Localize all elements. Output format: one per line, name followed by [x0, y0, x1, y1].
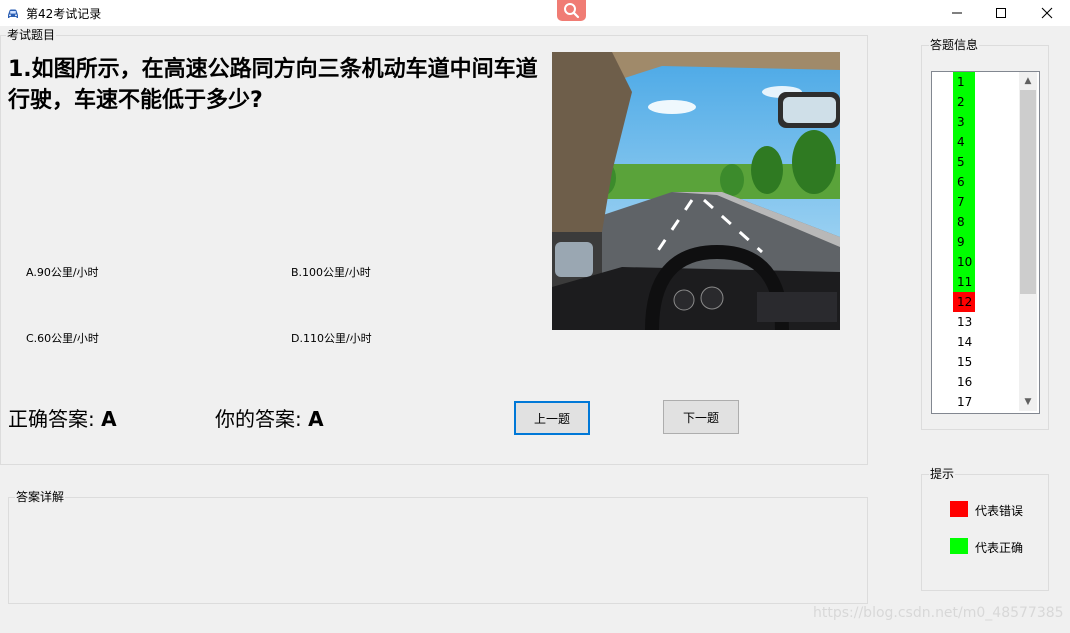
watermark: https://blog.csdn.net/m0_48577385	[813, 605, 1064, 621]
car-icon	[6, 6, 20, 20]
option-a[interactable]: A.90公里/小时	[26, 264, 99, 280]
answer-list-item[interactable]: 16	[953, 372, 975, 392]
answer-list-item[interactable]: 2	[953, 92, 975, 112]
hint-group-label: 提示	[929, 467, 956, 481]
answer-list-item[interactable]: 4	[953, 132, 975, 152]
answer-list-item[interactable]: 11	[953, 272, 975, 292]
correct-answer: 正确答案: A	[8, 403, 117, 432]
your-answer-value: A	[308, 407, 324, 431]
answer-info-label: 答题信息	[929, 38, 980, 52]
answer-list-item[interactable]: 1	[953, 72, 975, 92]
scroll-down-icon[interactable]: ▼	[1019, 394, 1037, 410]
next-question-button[interactable]: 下一题	[663, 400, 739, 434]
answer-list-item[interactable]: 5	[953, 152, 975, 172]
right-color-swatch	[950, 538, 968, 554]
answer-list-item[interactable]: 9	[953, 232, 975, 252]
search-button[interactable]	[557, 0, 586, 21]
wrong-legend-text: 代表错误	[975, 504, 1024, 518]
explanation-group	[8, 497, 868, 604]
answer-list-item[interactable]: 3	[953, 112, 975, 132]
your-answer-label: 你的答案:	[215, 407, 302, 431]
answer-list-item[interactable]: 12	[953, 292, 975, 312]
exam-group-label: 考试题目	[6, 28, 57, 42]
question-text: 1.如图所示，在高速公路同方向三条机动车道中间车道行驶，车速不能低于多少?	[8, 57, 538, 113]
wrong-color-swatch	[950, 501, 968, 517]
answer-list-item[interactable]: 10	[953, 252, 975, 272]
title-bar: 第42考试记录	[0, 0, 1070, 26]
explanation-group-label: 答案详解	[15, 490, 66, 504]
window-title: 第42考试记录	[26, 7, 102, 21]
close-button[interactable]	[1024, 0, 1070, 26]
prev-question-button[interactable]: 上一题	[514, 401, 590, 435]
correct-answer-value: A	[101, 407, 117, 431]
minimize-button[interactable]	[934, 0, 980, 26]
scrollbar-thumb[interactable]	[1020, 90, 1036, 294]
answer-list-item[interactable]: 7	[953, 192, 975, 212]
scroll-up-icon[interactable]: ▲	[1019, 73, 1037, 89]
option-b[interactable]: B.100公里/小时	[291, 264, 371, 280]
answer-list-item[interactable]: 8	[953, 212, 975, 232]
answer-list-item[interactable]: 14	[953, 332, 975, 352]
answer-list-item[interactable]: 17	[953, 392, 975, 412]
your-answer: 你的答案: A	[215, 403, 324, 432]
answer-list-item[interactable]: 6	[953, 172, 975, 192]
right-legend-text: 代表正确	[975, 541, 1024, 555]
option-d[interactable]: D.110公里/小时	[291, 330, 372, 346]
correct-answer-label: 正确答案:	[8, 407, 95, 431]
maximize-button[interactable]	[978, 0, 1024, 26]
question-image	[552, 52, 840, 331]
answer-list-item[interactable]: 15	[953, 352, 975, 372]
answer-list-item[interactable]: 13	[953, 312, 975, 332]
hint-group	[921, 474, 1049, 591]
option-c[interactable]: C.60公里/小时	[26, 330, 99, 346]
